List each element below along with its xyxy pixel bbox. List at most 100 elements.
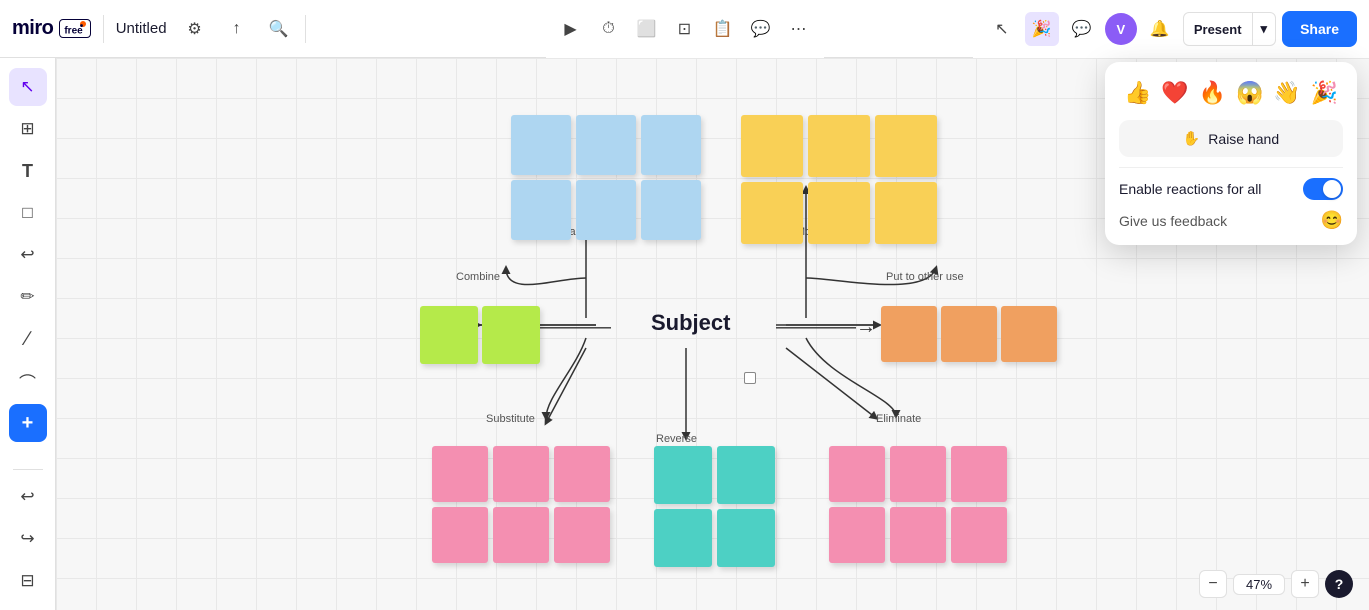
sticky-yellow-6[interactable] <box>875 182 937 244</box>
sticky-blue-5[interactable] <box>576 180 636 240</box>
sticky-yellow-3[interactable] <box>875 115 937 177</box>
heart-emoji[interactable]: ❤️ <box>1158 76 1192 110</box>
logo-area: miro free• <box>0 17 103 40</box>
feedback-icon: 😊 <box>1321 210 1343 231</box>
bottom-bar: − 47% + ? <box>1199 570 1353 598</box>
title-area: Untitled ⚙ ↑ 🔍 <box>103 15 306 43</box>
add-tool[interactable]: + <box>9 404 47 442</box>
fullscreen-icon[interactable]: ⊡ <box>668 12 702 46</box>
zoom-in-button[interactable]: + <box>1291 570 1319 598</box>
present-button[interactable]: Present ▾ <box>1183 12 1276 46</box>
sticky-pink-3[interactable] <box>554 446 610 502</box>
eliminate-label: Eliminate <box>876 413 921 425</box>
enable-reactions-row: Enable reactions for all <box>1119 178 1343 200</box>
sticky-blue-2[interactable] <box>576 115 636 175</box>
free-badge: free• <box>59 19 90 38</box>
comments-tool[interactable]: 💬 <box>1065 12 1099 46</box>
sticky-yellow-2[interactable] <box>808 115 870 177</box>
miro-logo: miro <box>12 17 53 40</box>
enable-reactions-toggle[interactable] <box>1303 178 1343 200</box>
text-tool[interactable]: T <box>9 152 47 190</box>
sticky-pink-1[interactable] <box>432 446 488 502</box>
feedback-row[interactable]: Give us feedback 😊 <box>1119 210 1343 231</box>
sticky-blue-4[interactable] <box>511 180 571 240</box>
notifications-icon[interactable]: 🔔 <box>1143 12 1177 46</box>
redo-icon[interactable]: ↪ <box>9 520 47 558</box>
share-button[interactable]: Share <box>1282 11 1357 47</box>
put-other-use-label: Put to other use <box>886 271 964 283</box>
sticky-pink-r-6[interactable] <box>951 507 1007 563</box>
sticky-green-1[interactable] <box>420 306 478 364</box>
sticky-orange-2[interactable] <box>941 306 997 362</box>
sticky-pink-4[interactable] <box>432 507 488 563</box>
board-icon[interactable]: 📋 <box>706 12 740 46</box>
frame-icon[interactable]: ⬜ <box>630 12 664 46</box>
sticky-yellow-5[interactable] <box>808 182 870 244</box>
export-icon[interactable]: ↑ <box>223 15 251 43</box>
search-icon[interactable]: 🔍 <box>265 15 293 43</box>
wave-emoji[interactable]: 👋 <box>1270 76 1304 110</box>
sticky-blue-1[interactable] <box>511 115 571 175</box>
grid-tool[interactable]: ⊞ <box>9 110 47 148</box>
present-chevron-icon[interactable]: ▾ <box>1252 13 1276 45</box>
emoji-row: 👍 ❤️ 🔥 😱 👋 🎉 <box>1119 76 1343 110</box>
sticky-yellow-4[interactable] <box>741 182 803 244</box>
free-dot: • <box>80 21 86 27</box>
sticky-pink-r-5[interactable] <box>890 507 946 563</box>
pen-tool[interactable]: ↩ <box>9 236 47 274</box>
more-tools-icon[interactable]: ⋯ <box>782 12 816 46</box>
draw-tool[interactable]: ✏ <box>9 278 47 316</box>
sticky-orange-1[interactable] <box>881 306 937 362</box>
sticky-teal-3[interactable] <box>654 509 712 567</box>
zoom-out-button[interactable]: − <box>1199 570 1227 598</box>
reactions-divider <box>1119 167 1343 168</box>
comment-center-icon[interactable]: 💬 <box>744 12 778 46</box>
panels-icon[interactable]: ⊟ <box>9 562 47 600</box>
feedback-label: Give us feedback <box>1119 213 1227 229</box>
combine-label: Combine <box>456 271 500 283</box>
enable-reactions-label: Enable reactions for all <box>1119 181 1261 197</box>
reverse-label: Reverse <box>656 433 697 445</box>
reactions-tool[interactable]: 🎉 <box>1025 12 1059 46</box>
expand-icon[interactable]: ▶ <box>554 12 588 46</box>
avatar[interactable]: V <box>1105 13 1137 45</box>
sticky-orange-3[interactable] <box>1001 306 1057 362</box>
subject-label: Subject <box>651 310 730 336</box>
sticky-teal-4[interactable] <box>717 509 775 567</box>
sticky-pink-r-2[interactable] <box>890 446 946 502</box>
sticky-yellow-1[interactable] <box>741 115 803 177</box>
select-tool[interactable]: ↖ <box>9 68 47 106</box>
sticky-pink-r-3[interactable] <box>951 446 1007 502</box>
raise-hand-icon: ✋ <box>1183 130 1200 147</box>
surprised-emoji[interactable]: 😱 <box>1233 76 1267 110</box>
undo-icon[interactable]: ↩ <box>9 478 47 516</box>
curve-tool[interactable]: ⌒ <box>9 362 47 400</box>
left-sidebar: ↖ ⊞ T □ ↩ ✏ ∕ ⌒ + ↩ ↪ ⊟ <box>0 58 56 610</box>
zoom-level[interactable]: 47% <box>1233 574 1285 595</box>
raise-hand-button[interactable]: ✋ Raise hand <box>1119 120 1343 157</box>
sticky-pink-r-4[interactable] <box>829 507 885 563</box>
line-tool[interactable]: ∕ <box>9 320 47 358</box>
timer-icon[interactable]: ⏱ <box>592 12 626 46</box>
right-toolbar: ↖ 🎉 💬 V 🔔 Present ▾ Share <box>973 0 1369 58</box>
cursor-tool[interactable]: ↖ <box>985 12 1019 46</box>
sticky-note-tool[interactable]: □ <box>9 194 47 232</box>
help-button[interactable]: ? <box>1325 570 1353 598</box>
reactions-popup: 👍 ❤️ 🔥 😱 👋 🎉 ✋ Raise hand Enable reactio… <box>1105 62 1357 245</box>
board-title[interactable]: Untitled <box>116 20 167 37</box>
party-emoji[interactable]: 🎉 <box>1307 76 1341 110</box>
sticky-pink-2[interactable] <box>493 446 549 502</box>
thumbs-up-emoji[interactable]: 👍 <box>1121 76 1155 110</box>
sticky-blue-3[interactable] <box>641 115 701 175</box>
sticky-blue-6[interactable] <box>641 180 701 240</box>
settings-icon[interactable]: ⚙ <box>181 15 209 43</box>
sticky-pink-5[interactable] <box>493 507 549 563</box>
sticky-teal-1[interactable] <box>654 446 712 504</box>
sticky-green-2[interactable] <box>482 306 540 364</box>
sticky-pink-r-1[interactable] <box>829 446 885 502</box>
substitute-label: Substitute <box>486 413 535 425</box>
arrow-node <box>744 372 756 384</box>
sticky-pink-6[interactable] <box>554 507 610 563</box>
fire-emoji[interactable]: 🔥 <box>1195 76 1229 110</box>
sticky-teal-2[interactable] <box>717 446 775 504</box>
